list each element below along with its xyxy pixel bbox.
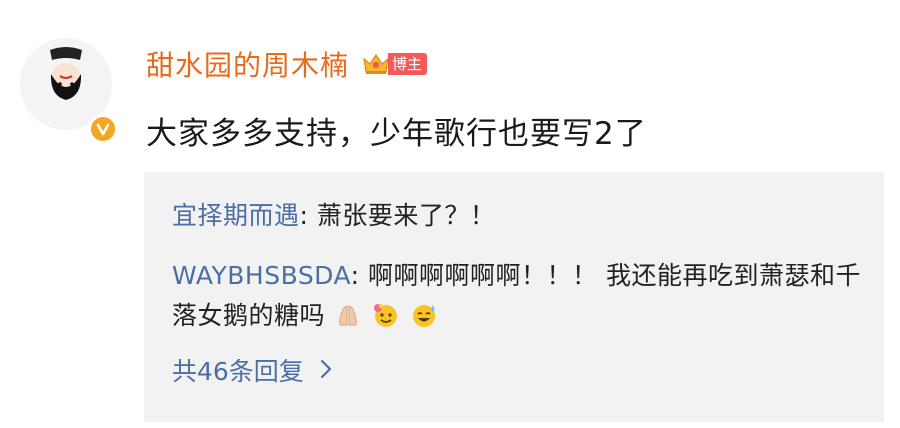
verified-icon — [88, 114, 118, 144]
pray-emoji-icon — [335, 301, 361, 341]
flower-face-emoji-icon — [372, 301, 400, 341]
chevron-right-icon — [320, 356, 332, 385]
reply-item[interactable]: WAYBHSBSDA: 啊啊啊啊啊啊！！！ 我还能再吃到萧瑟和千落女鹅的糖吗 — [172, 256, 872, 341]
author-row: 甜水园的周木楠 博主 — [146, 44, 428, 84]
crown-icon — [363, 53, 389, 74]
post-text: 大家多多支持，少年歌行也要写2了 — [146, 116, 647, 152]
reply-username[interactable]: WAYBHSBSDA — [172, 261, 351, 290]
reply-text: : 萧张要来了？！ — [299, 201, 496, 230]
blogger-badge: 博主 — [361, 51, 428, 77]
reply-item[interactable]: 宜择期而遇: 萧张要来了？！ — [172, 196, 495, 236]
sweat-smile-emoji-icon — [410, 301, 438, 341]
blogger-label: 博主 — [388, 53, 428, 75]
more-replies-label: 共46条回复 — [172, 357, 304, 386]
author-name[interactable]: 甜水园的周木楠 — [146, 44, 349, 84]
author-avatar-wrap[interactable] — [20, 38, 118, 144]
more-replies-link[interactable]: 共46条回复 — [172, 352, 332, 388]
reply-username[interactable]: 宜择期而遇 — [172, 201, 300, 230]
replies-panel: 宜择期而遇: 萧张要来了？！ WAYBHSBSDA: 啊啊啊啊啊啊！！！ 我还能… — [144, 172, 884, 422]
